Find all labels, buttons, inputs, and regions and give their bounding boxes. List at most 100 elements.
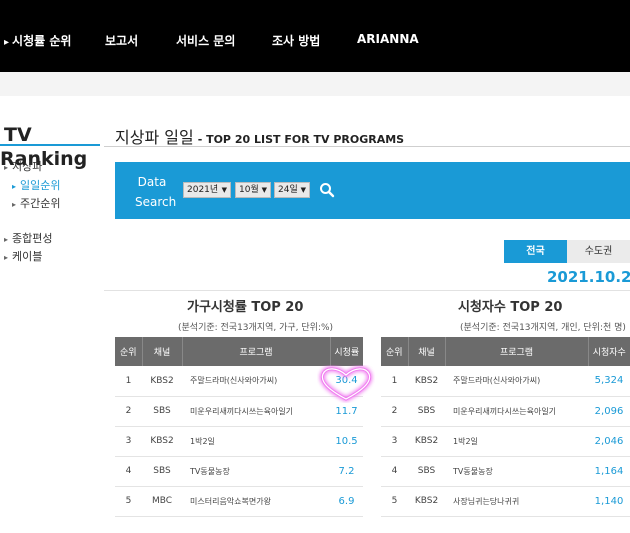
sidebar-item-label: 지상파	[12, 160, 43, 173]
bullet-icon: ▸	[12, 200, 17, 209]
sidebar-item-label: 주간순위	[20, 197, 61, 210]
sidebar-title-line1: TV	[4, 124, 32, 146]
column-header-channel: 채널	[408, 337, 446, 366]
viewers-table: 순위 채널 프로그램 시청자수 1 KBS2 주말드라마(신사와아가씨) 5,3…	[381, 337, 630, 517]
sidebar-item-daily-ranking[interactable]: ▸ 일일순위	[4, 177, 61, 193]
title-divider	[104, 146, 630, 147]
channel-cell: MBC	[142, 486, 182, 517]
channel-cell: SBS	[142, 456, 182, 487]
day-select[interactable]: 24일 ▼	[274, 182, 310, 198]
data-search-label-line2: Search	[135, 195, 177, 209]
top-navigation: 시청률 순위 보고서 서비스 문의 조사 방법 ARIANNA	[0, 0, 630, 72]
column-header-rank: 순위	[381, 337, 409, 366]
data-search-bar: Data Search 2021년 ▼ 10월 ▼ 24일 ▼	[115, 162, 630, 219]
sidebar-item-weekly-ranking[interactable]: ▸ 주간순위	[4, 195, 61, 211]
table-row: 1 KBS2 주말드라마(신사와아가씨) 30.4	[115, 366, 363, 397]
program-cell[interactable]: 주말드라마(신사와아가씨)	[445, 366, 588, 397]
viewers-cell: 1,164	[588, 456, 630, 487]
data-search-label: Data Search	[135, 172, 177, 212]
viewers-table-title: 시청자수 TOP 20	[458, 300, 563, 315]
rating-cell: 30.4	[330, 366, 363, 397]
household-ratings-table: 순위 채널 프로그램 시청률 1 KBS2 주말드라마(신사와아가씨) 30.4…	[115, 337, 363, 517]
nav-item-reports[interactable]: 보고서	[105, 32, 138, 49]
sidebar-item-cable[interactable]: ▸ 케이블	[4, 248, 42, 264]
table-row: 4 SBS TV동물농장 1,164	[381, 456, 630, 487]
table-row: 2 SBS 미운우리새끼다시쓰는육아일기 2,096	[381, 396, 630, 427]
search-icon[interactable]	[319, 182, 335, 198]
year-select[interactable]: 2021년 ▼	[183, 182, 231, 198]
tab-nationwide[interactable]: 전국	[504, 240, 567, 263]
rank-cell: 5	[115, 486, 142, 517]
rank-cell: 2	[381, 396, 408, 427]
sidebar-item-general-programming[interactable]: ▸ 종합편성	[4, 230, 53, 246]
nav-item-ratings-ranking[interactable]: 시청률 순위	[4, 32, 71, 49]
viewers-cell: 1,140	[588, 486, 630, 517]
program-cell[interactable]: 1박2일	[445, 426, 588, 457]
rank-cell: 4	[381, 456, 408, 487]
viewers-table-note: (분석기준: 전국13개지역, 개인, 단위:천 명)	[460, 323, 626, 333]
page-title-subtitle: - TOP 20 LIST FOR TV PROGRAMS	[197, 133, 405, 146]
program-cell[interactable]: 1박2일	[182, 426, 330, 457]
month-select-value: 10월	[239, 185, 259, 195]
column-header-rating: 시청률	[330, 337, 363, 366]
rank-cell: 1	[381, 366, 408, 397]
viewers-cell: 2,046	[588, 426, 630, 457]
bullet-icon: ▸	[12, 182, 17, 191]
rating-cell: 11.7	[330, 396, 363, 427]
rank-cell: 4	[115, 456, 142, 487]
channel-cell: KBS2	[142, 366, 182, 397]
dropdown-arrow-icon: ▼	[261, 186, 267, 194]
rank-cell: 3	[115, 426, 142, 457]
table-row: 2 SBS 미운우리새끼다시쓰는육아일기 11.7	[115, 396, 363, 427]
program-cell[interactable]: 미스터리음악쇼복면가왕	[182, 486, 330, 517]
nav-item-service-inquiry[interactable]: 서비스 문의	[176, 32, 235, 49]
program-cell[interactable]: TV동물농장	[445, 456, 588, 487]
tab-capital-area[interactable]: 수도권	[567, 240, 630, 263]
bullet-icon: ▸	[4, 163, 9, 172]
nav-item-arianna[interactable]: ARIANNA	[357, 32, 419, 46]
program-cell[interactable]: 주말드라마(신사와아가씨)	[182, 366, 330, 397]
channel-cell: KBS2	[408, 486, 445, 517]
program-cell[interactable]: 미운우리새끼다시쓰는육아일기	[182, 396, 330, 427]
program-cell[interactable]: 사장님귀는당나귀귀	[445, 486, 588, 517]
month-select[interactable]: 10월 ▼	[235, 182, 271, 198]
channel-cell: KBS2	[408, 366, 445, 397]
sidebar-item-label: 종합편성	[12, 232, 53, 245]
table-header-row: 순위 채널 프로그램 시청자수	[381, 337, 630, 366]
page-title: 지상파 일일 - TOP 20 LIST FOR TV PROGRAMS	[115, 124, 404, 148]
selected-date: 2021.10.24	[547, 268, 630, 286]
sidebar-item-label: 케이블	[12, 250, 43, 263]
table-row: 3 KBS2 1박2일 10.5	[115, 426, 363, 457]
rank-cell: 1	[115, 366, 142, 397]
sidebar-item-label: 일일순위	[20, 179, 61, 192]
rank-cell: 3	[381, 426, 408, 457]
program-cell[interactable]: TV동물농장	[182, 456, 330, 487]
bullet-icon: ▸	[4, 235, 9, 244]
column-header-program: 프로그램	[445, 337, 589, 366]
channel-cell: SBS	[408, 396, 445, 427]
bullet-icon: ▸	[4, 253, 9, 262]
column-header-program: 프로그램	[182, 337, 331, 366]
household-table-title: 가구시청률 TOP 20	[187, 300, 304, 315]
rank-cell: 2	[115, 396, 142, 427]
rank-cell: 5	[381, 486, 408, 517]
rating-cell: 10.5	[330, 426, 363, 457]
table-row: 5 KBS2 사장님귀는당나귀귀 1,140	[381, 486, 630, 517]
table-row: 4 SBS TV동물농장 7.2	[115, 456, 363, 487]
rating-cell: 7.2	[330, 456, 363, 487]
column-header-viewers: 시청자수	[588, 337, 630, 366]
dropdown-arrow-icon: ▼	[221, 186, 227, 194]
table-header-row: 순위 채널 프로그램 시청률	[115, 337, 363, 366]
page-title-main: 지상파 일일	[115, 128, 194, 147]
channel-cell: SBS	[408, 456, 445, 487]
channel-cell: KBS2	[408, 426, 445, 457]
nav-item-survey-method[interactable]: 조사 방법	[272, 32, 320, 49]
sidebar-item-terrestrial[interactable]: ▸ 지상파	[4, 158, 42, 174]
dropdown-arrow-icon: ▼	[300, 186, 306, 194]
day-select-value: 24일	[278, 185, 298, 195]
channel-cell: SBS	[142, 396, 182, 427]
program-cell[interactable]: 미운우리새끼다시쓰는육아일기	[445, 396, 588, 427]
rating-cell: 6.9	[330, 486, 363, 517]
household-table-note: (분석기준: 전국13개지역, 가구, 단위:%)	[178, 323, 334, 333]
sidebar-title-underline	[0, 144, 100, 146]
